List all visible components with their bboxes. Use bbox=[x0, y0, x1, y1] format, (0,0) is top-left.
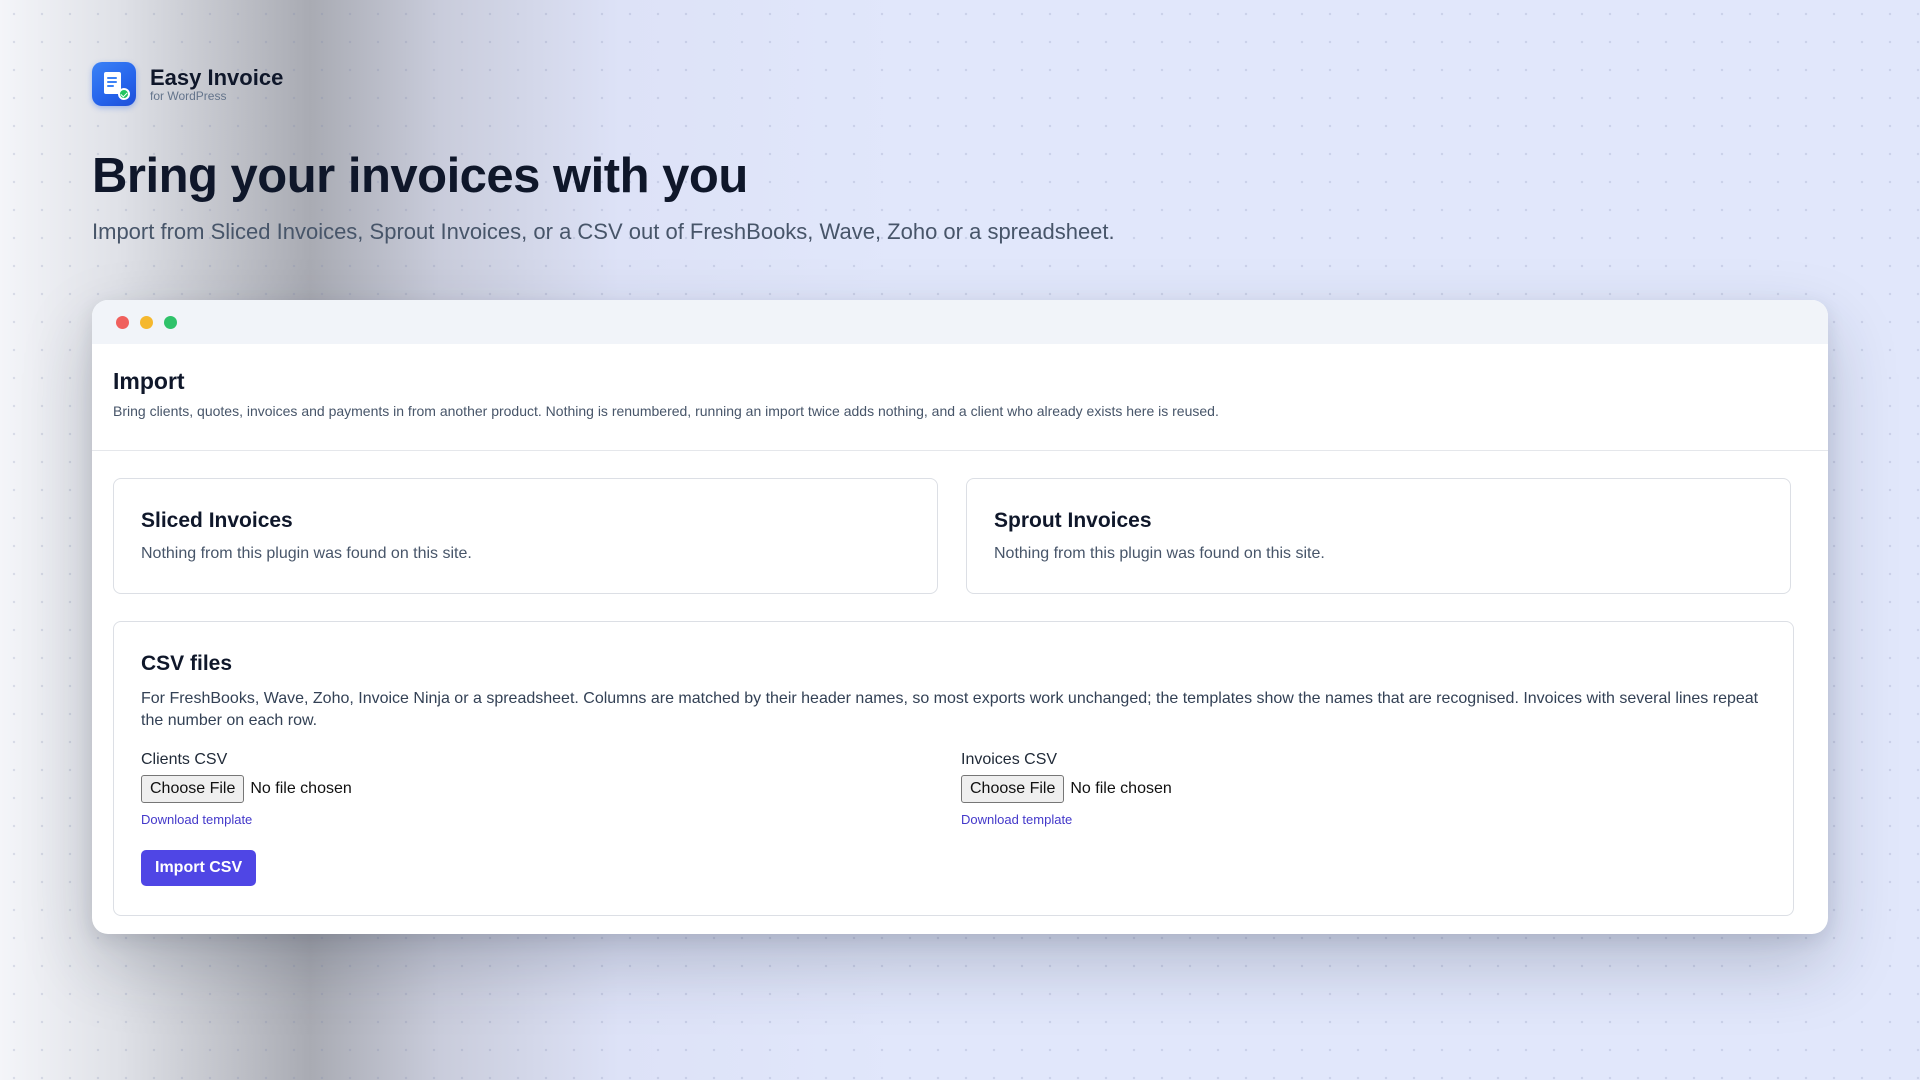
invoice-document-check-icon bbox=[92, 62, 136, 106]
invoices-download-template-link[interactable]: Download template bbox=[961, 812, 1172, 827]
window-minimize-icon[interactable] bbox=[140, 315, 153, 329]
sprout-invoices-card: Sprout Invoices Nothing from this plugin… bbox=[966, 478, 1791, 594]
clients-csv-field: Clients CSV Choose File No file chosen D… bbox=[141, 751, 352, 827]
brand: Easy Invoice for WordPress bbox=[92, 62, 283, 106]
sliced-invoices-card: Sliced Invoices Nothing from this plugin… bbox=[113, 478, 938, 594]
hero-subtitle: Import from Sliced Invoices, Sprout Invo… bbox=[92, 219, 1115, 244]
card-title: Sprout Invoices bbox=[994, 509, 1152, 532]
clients-download-template-link[interactable]: Download template bbox=[141, 812, 352, 827]
csv-files-card: CSV files For FreshBooks, Wave, Zoho, In… bbox=[113, 621, 1794, 916]
page-header: Import Bring clients, quotes, invoices a… bbox=[92, 344, 1828, 451]
invoices-csv-field: Invoices CSV Choose File No file chosen … bbox=[961, 751, 1172, 827]
hero-title: Bring your invoices with you bbox=[92, 149, 748, 203]
window-close-icon[interactable] bbox=[116, 315, 129, 329]
app-window: Import Bring clients, quotes, invoices a… bbox=[92, 300, 1828, 934]
card-status: Nothing from this plugin was found on th… bbox=[994, 545, 1325, 562]
import-csv-button[interactable]: Import CSV bbox=[141, 850, 257, 886]
window-maximize-icon[interactable] bbox=[164, 315, 177, 329]
page-description: Bring clients, quotes, invoices and paym… bbox=[113, 403, 1219, 419]
window-titlebar bbox=[92, 300, 1828, 344]
brand-subtitle: for WordPress bbox=[150, 88, 227, 103]
csv-title: CSV files bbox=[141, 652, 233, 675]
clients-file-status: No file chosen bbox=[250, 780, 352, 797]
invoices-csv-label: Invoices CSV bbox=[961, 751, 1058, 768]
card-title: Sliced Invoices bbox=[141, 509, 293, 532]
card-status: Nothing from this plugin was found on th… bbox=[141, 545, 472, 562]
invoices-choose-file-button[interactable]: Choose File bbox=[961, 775, 1065, 803]
invoices-file-status: No file chosen bbox=[1070, 780, 1172, 797]
source-cards: Sliced Invoices Nothing from this plugin… bbox=[113, 478, 1794, 594]
clients-choose-file-button[interactable]: Choose File bbox=[141, 775, 245, 803]
csv-description: For FreshBooks, Wave, Zoho, Invoice Ninj… bbox=[141, 690, 1759, 729]
page-title: Import bbox=[113, 368, 185, 394]
clients-csv-label: Clients CSV bbox=[141, 751, 228, 768]
brand-name: Easy Invoice bbox=[150, 64, 284, 90]
